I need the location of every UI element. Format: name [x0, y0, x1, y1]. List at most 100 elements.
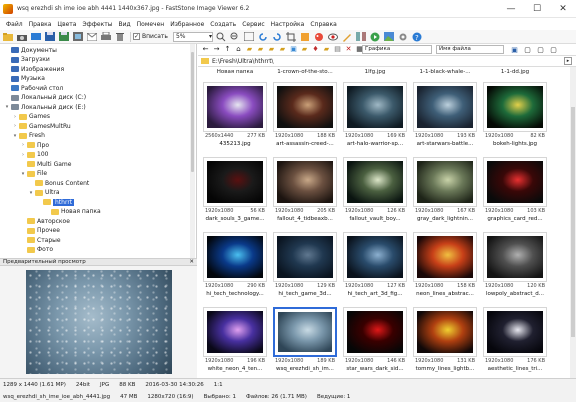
- tree-item[interactable]: Рабочий стол: [0, 84, 190, 92]
- tree-item[interactable]: › GamesMultRu: [0, 122, 190, 130]
- rotate-right-button[interactable]: [271, 31, 283, 42]
- tag-icon[interactable]: ♦: [311, 45, 320, 54]
- open-folder-button[interactable]: [2, 31, 14, 42]
- menu-tagged[interactable]: Помечен: [134, 21, 168, 28]
- thumbnail-item[interactable]: 1920x1080 290 KB hi_tech_technology...: [203, 232, 267, 305]
- red-eye-button[interactable]: [327, 31, 339, 42]
- thumbnail-item[interactable]: 1920x1080 103 KB graphics_card_red...: [483, 157, 547, 230]
- menu-edit[interactable]: Правка: [26, 21, 55, 28]
- thumbnail-item[interactable]: 1920x1080 167 KB gray_dark_lightnin...: [413, 157, 477, 230]
- tree-item[interactable]: Новая папка: [0, 208, 190, 216]
- draw-button[interactable]: [341, 31, 353, 42]
- fullscreen-button[interactable]: [30, 31, 42, 42]
- color-adjust-button[interactable]: [313, 31, 325, 42]
- up-folder-icon[interactable]: ↑: [223, 45, 232, 54]
- slideshow-play-button[interactable]: [369, 31, 381, 42]
- menu-favorites[interactable]: Избранное: [167, 21, 207, 28]
- recent-folder-icon[interactable]: ▰: [300, 45, 309, 54]
- tree-expander-icon[interactable]: ›: [20, 152, 26, 158]
- tree-item[interactable]: Документы: [0, 46, 190, 54]
- file-filter-select[interactable]: Графика: [362, 45, 432, 54]
- path-input[interactable]: E:\Fresh\Ultra\hthrrt\: [212, 58, 274, 65]
- image-file-icon[interactable]: ▣: [289, 45, 298, 54]
- scrollbar-thumb[interactable]: [571, 107, 575, 337]
- tree-item[interactable]: Прочее: [0, 227, 190, 235]
- preview-close-icon[interactable]: ✕: [189, 259, 194, 265]
- tree-item[interactable]: Старые: [0, 236, 190, 244]
- tree-item[interactable]: hthrrt: [0, 198, 190, 206]
- menu-create[interactable]: Создать: [207, 21, 239, 28]
- view-mode-4-icon[interactable]: ▢: [549, 46, 558, 55]
- rotate-left-button[interactable]: [257, 31, 269, 42]
- menu-effects[interactable]: Эффекты: [79, 21, 115, 28]
- rename-icon[interactable]: ▤: [333, 45, 342, 54]
- tree-item[interactable]: Multi Game: [0, 160, 190, 168]
- thumbnail-item[interactable]: 1920x1080 205 KB fallout_4_tidbeaxb...: [273, 157, 337, 230]
- tree-expander-icon[interactable]: ▾: [12, 133, 18, 139]
- favorites-folder-icon[interactable]: ▰: [256, 45, 265, 54]
- acquire-button[interactable]: [16, 31, 28, 42]
- tree-item[interactable]: › 100: [0, 151, 190, 159]
- thumbnail-item[interactable]: 1920x1080 193 KB art-starwars-battle...: [413, 82, 477, 155]
- thumbnail-item[interactable]: 2560x1440 277 KB 435213.jpg: [203, 82, 267, 155]
- thumbnail-item[interactable]: 1920x1080 188 KB art-assassin-creed-...: [273, 82, 337, 155]
- sort-by-select[interactable]: Имя файла: [436, 45, 504, 54]
- zoom-out-button[interactable]: [229, 31, 241, 42]
- menu-help[interactable]: Справка: [307, 21, 339, 28]
- forward-arrow-icon[interactable]: →: [212, 45, 221, 54]
- view-mode-1-icon[interactable]: ▣: [510, 46, 519, 55]
- tree-item[interactable]: Музыка: [0, 75, 190, 83]
- actual-size-button[interactable]: [243, 31, 255, 42]
- thumbnail-item[interactable]: 1920x1080 82 KB bokeh-lights.jpg: [483, 82, 547, 155]
- thumbnail-item[interactable]: 1920x1080 158 KB neon_lines_abstrac...: [413, 232, 477, 305]
- new-folder-icon[interactable]: ▰: [245, 45, 254, 54]
- tree-item[interactable]: ▾ Ultra: [0, 189, 190, 197]
- minimize-button[interactable]: —: [498, 0, 524, 18]
- menu-file[interactable]: Файл: [3, 21, 26, 28]
- tree-item[interactable]: Локальный диск (C:): [0, 94, 190, 102]
- menu-tools[interactable]: Сервис: [239, 21, 267, 28]
- tree-expander-icon[interactable]: ›: [20, 142, 26, 148]
- view-mode-2-icon[interactable]: ▢: [523, 46, 532, 55]
- save-button[interactable]: [44, 31, 56, 42]
- copy-to-icon[interactable]: ▰: [267, 45, 276, 54]
- thumbnail-item[interactable]: 1920x1080 129 KB hi_tech_game_3d...: [273, 232, 337, 305]
- tree-expander-icon[interactable]: ▾: [20, 171, 26, 177]
- tree-expander-icon[interactable]: ▾: [28, 190, 34, 196]
- resize-button[interactable]: [299, 31, 311, 42]
- slideshow-button[interactable]: [72, 31, 84, 42]
- tree-expander-icon[interactable]: ▾: [4, 104, 10, 110]
- move-to-icon[interactable]: ▰: [278, 45, 287, 54]
- menu-view[interactable]: Вид: [115, 21, 133, 28]
- tree-item[interactable]: Изображения: [0, 65, 190, 73]
- zoom-in-button[interactable]: [215, 31, 227, 42]
- compare-button[interactable]: [355, 31, 367, 42]
- help-button[interactable]: ?: [411, 31, 423, 42]
- tree-item[interactable]: Авторское: [0, 217, 190, 225]
- thumbnail-item[interactable]: 1920x1080 120 KB lowpoly_abstract_d...: [483, 232, 547, 305]
- print-button[interactable]: [100, 31, 112, 42]
- lock-icon[interactable]: ▰: [322, 45, 331, 54]
- scrollbar-thumb[interactable]: [191, 52, 194, 172]
- wallpaper-button[interactable]: [383, 31, 395, 42]
- fit-to-window-checkbox[interactable]: ✓ Вписать: [133, 33, 168, 40]
- close-button[interactable]: ✕: [550, 0, 576, 18]
- tree-item[interactable]: ▾ File: [0, 170, 190, 178]
- menu-settings[interactable]: Настройка: [268, 21, 308, 28]
- zoom-select[interactable]: 5% ▾: [172, 31, 213, 42]
- save-as-button[interactable]: [58, 31, 70, 42]
- home-icon[interactable]: ⌂: [234, 45, 243, 54]
- email-button[interactable]: [86, 31, 98, 42]
- delete-button[interactable]: [114, 31, 126, 42]
- tree-item[interactable]: › Про: [0, 141, 190, 149]
- tree-item[interactable]: ▾ Fresh: [0, 132, 190, 140]
- menu-colors[interactable]: Цвета: [54, 21, 79, 28]
- tree-expander-icon[interactable]: ›: [12, 114, 18, 120]
- maximize-button[interactable]: ☐: [524, 0, 550, 18]
- thumbnail-item[interactable]: 1920x1080 126 KB fallout_vault_boy...: [343, 157, 407, 230]
- settings-button[interactable]: [397, 31, 409, 42]
- tree-item[interactable]: › Games: [0, 113, 190, 121]
- thumbnail-item[interactable]: 1920x1080 127 KB hi_tech_art_3d_fig...: [343, 232, 407, 305]
- back-arrow-icon[interactable]: ←: [201, 45, 210, 54]
- folder-tree-scrollbar[interactable]: [190, 44, 195, 258]
